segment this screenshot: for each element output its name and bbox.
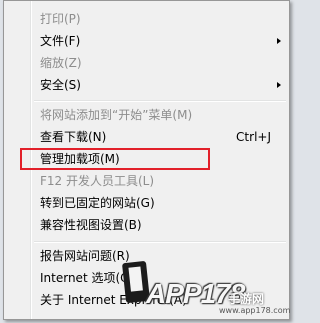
menu-item-label: 转到已固定的网站(G) xyxy=(40,196,155,210)
menu-item-print[interactable]: 打印(P) xyxy=(4,9,289,29)
menu-separator xyxy=(34,100,286,102)
watermark-sub: 手游网 xyxy=(228,292,265,306)
menu-item-label: F12 开发人员工具(L) xyxy=(40,174,155,188)
menu-item-file[interactable]: 文件(F) xyxy=(4,31,289,51)
menu-item-label: 兼容性视图设置(B) xyxy=(40,218,142,232)
menu-item-view-downloads[interactable]: 查看下载(N) Ctrl+J xyxy=(4,127,289,147)
menu-item-shortcut: Ctrl+J xyxy=(236,130,271,144)
menu-item-add-to-start[interactable]: 将网站添加到“开始”菜单(M) xyxy=(4,105,289,125)
menu-item-label: 打印(P) xyxy=(40,12,81,26)
menu-item-label: Internet 选项(O) xyxy=(40,271,135,285)
menu-item-safety[interactable]: 安全(S) xyxy=(4,75,289,95)
menu-item-compat-view[interactable]: 兼容性视图设置(B) xyxy=(4,215,289,235)
watermark-url: www.app178.com xyxy=(219,306,291,315)
menu-item-label: 报告网站问题(R) xyxy=(40,249,130,263)
watermark-logo: APP178 手游网 www.app178.com xyxy=(121,260,296,323)
menu-separator xyxy=(34,241,286,243)
submenu-arrow-icon xyxy=(277,82,281,88)
submenu-arrow-icon xyxy=(277,38,281,44)
menu-item-pinned-sites[interactable]: 转到已固定的网站(G) xyxy=(4,193,289,213)
menu-item-label: 安全(S) xyxy=(40,78,81,92)
highlight-box xyxy=(20,148,210,170)
menu-item-f12-dev-tools[interactable]: F12 开发人员工具(L) xyxy=(4,171,289,191)
menu-item-label: 文件(F) xyxy=(40,34,81,48)
menu-item-label: 缩放(Z) xyxy=(40,56,82,70)
menu-item-label: 将网站添加到“开始”菜单(M) xyxy=(40,108,193,122)
menu-item-label: 查看下载(N) xyxy=(40,130,107,144)
menu-item-zoom[interactable]: 缩放(Z) xyxy=(4,53,289,73)
